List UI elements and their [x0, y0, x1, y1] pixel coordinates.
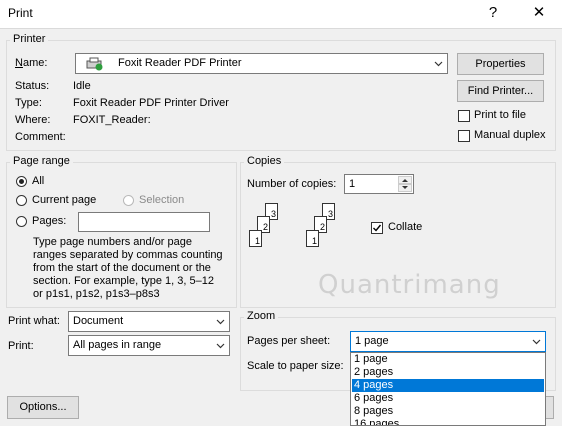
number-of-copies-label: Number of copies: — [247, 178, 337, 190]
dropdown-option[interactable]: 8 pages — [352, 405, 544, 418]
title-bar: Print ? ✕ — [0, 0, 562, 29]
pages-input[interactable] — [78, 212, 210, 232]
scale-to-paper-size-label: Scale to paper size: — [247, 360, 344, 372]
collate-checkbox[interactable] — [371, 222, 383, 234]
selection-radio[interactable] — [123, 195, 134, 206]
page-range-legend: Page range — [10, 155, 73, 167]
status-label: Status: — [15, 80, 50, 92]
dropdown-option[interactable]: 2 pages — [352, 366, 544, 379]
copies-spinner[interactable]: 1 — [344, 174, 414, 194]
options-button[interactable]: Options... — [7, 396, 79, 419]
printer-legend: Printer — [10, 33, 49, 45]
chevron-down-icon — [430, 55, 446, 72]
pages-per-sheet-value: 1 page — [355, 335, 389, 347]
print-to-file-label: Print to file — [474, 109, 526, 121]
manual-duplex-checkbox[interactable] — [458, 130, 470, 142]
comment-label: Comment: — [15, 131, 66, 143]
chevron-down-icon — [212, 313, 228, 330]
print-select[interactable]: All pages in range — [68, 335, 230, 356]
pages-per-sheet-label: Pages per sheet: — [247, 335, 331, 347]
current-page-radio[interactable] — [16, 195, 27, 206]
copies-legend: Copies — [244, 155, 285, 167]
properties-button[interactable]: Properties — [457, 53, 544, 75]
dropdown-option[interactable]: 1 page — [352, 353, 544, 366]
current-page-label: Current page — [32, 194, 97, 206]
name-label: Name: — [15, 57, 48, 69]
dropdown-option[interactable]: 16 pages — [352, 418, 544, 425]
chevron-down-icon — [528, 333, 544, 350]
page-range-help-text: Type page numbers and/or page ranges sep… — [33, 236, 223, 300]
watermark-text: Quantrimang — [318, 270, 501, 300]
manual-duplex-label: Manual duplex — [474, 129, 546, 141]
collate-label: Collate — [388, 221, 423, 233]
pages-radio[interactable] — [16, 216, 27, 227]
chevron-down-icon — [212, 337, 228, 354]
close-button[interactable]: ✕ — [528, 3, 550, 23]
zoom-legend: Zoom — [244, 310, 279, 322]
printer-icon — [86, 57, 104, 74]
where-label: Where: — [15, 114, 51, 126]
dropdown-option[interactable]: 6 pages — [352, 392, 544, 405]
print-what-label: Print what: — [8, 315, 60, 327]
pages-per-sheet-dropdown: 1 page 2 pages 4 pages 6 pages 8 pages 1… — [350, 352, 546, 426]
spin-up-icon[interactable] — [398, 176, 412, 184]
all-label: All — [32, 175, 45, 187]
all-radio[interactable] — [16, 176, 27, 187]
type-value: Foxit Reader PDF Printer Driver — [73, 97, 229, 109]
find-printer-button[interactable]: Find Printer... — [457, 80, 544, 102]
selection-label: Selection — [139, 194, 185, 206]
print-to-file-checkbox[interactable] — [458, 110, 470, 122]
print-label: Print: — [8, 340, 34, 352]
print-value: All pages in range — [73, 339, 162, 351]
print-what-select[interactable]: Document — [68, 311, 230, 332]
pages-label: Pages: — [32, 215, 67, 227]
copies-value: 1 — [349, 178, 356, 190]
type-label: Type: — [15, 97, 42, 109]
pages-per-sheet-select[interactable]: 1 page — [350, 331, 546, 352]
printer-name-value: Foxit Reader PDF Printer — [118, 57, 242, 69]
window-title: Print — [8, 6, 33, 20]
help-button[interactable]: ? — [482, 3, 504, 23]
status-value: Idle — [73, 80, 91, 92]
dropdown-option-highlighted[interactable]: 4 pages — [352, 379, 544, 392]
spin-down-icon[interactable] — [398, 184, 412, 192]
print-what-value: Document — [73, 315, 124, 327]
where-value: FOXIT_Reader: — [73, 114, 151, 126]
printer-select[interactable]: Foxit Reader PDF Printer — [75, 53, 448, 74]
